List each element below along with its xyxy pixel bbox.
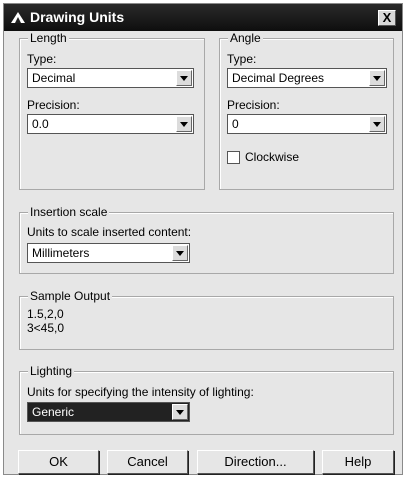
angle-type-value: Decimal Degrees [232,71,325,85]
sample-output-line-2: 3<45,0 [27,321,65,335]
length-type-select[interactable]: Decimal [27,68,194,88]
window-title: Drawing Units [30,9,125,25]
lighting-units-value: Generic [32,405,75,419]
direction-button[interactable]: Direction... [197,450,314,474]
angle-precision-label: Precision: [227,98,280,112]
length-precision-value: 0.0 [32,117,49,131]
chevron-down-icon[interactable] [172,404,188,420]
angle-precision-select[interactable]: 0 [227,114,387,134]
chevron-down-icon[interactable] [369,70,385,86]
chevron-down-icon[interactable] [369,116,385,132]
help-button[interactable]: Help [322,450,394,474]
title-bar[interactable]: Drawing Units X [4,4,402,31]
lighting-legend: Lighting [28,364,75,378]
close-button[interactable]: X [378,10,396,26]
insertion-units-value: Millimeters [32,246,90,260]
chevron-down-icon[interactable] [172,245,188,261]
cancel-button[interactable]: Cancel [107,450,188,474]
insertion-units-select[interactable]: Millimeters [27,243,190,263]
insertion-units-label: Units to scale inserted content: [27,225,192,239]
chevron-down-icon[interactable] [176,116,192,132]
angle-legend: Angle [228,31,263,45]
sample-output-legend: Sample Output [28,289,113,303]
lighting-units-label: Units for specifying the intensity of li… [27,385,254,399]
insertion-scale-legend: Insertion scale [28,205,110,219]
clockwise-checkbox[interactable] [227,151,240,164]
app-icon [11,12,25,23]
length-type-value: Decimal [32,71,76,85]
angle-type-select[interactable]: Decimal Degrees [227,68,387,88]
sample-output-group: Sample Output [19,289,394,350]
lighting-units-select[interactable]: Generic [27,402,190,422]
clockwise-label[interactable]: Clockwise [245,150,299,164]
sample-output-line-1: 1.5,2,0 [27,307,64,321]
length-precision-select[interactable]: 0.0 [27,114,194,134]
angle-precision-value: 0 [232,117,239,131]
length-type-label: Type: [27,52,57,66]
angle-type-label: Type: [227,52,257,66]
ok-button[interactable]: OK [18,450,99,474]
length-legend: Length [28,31,69,45]
chevron-down-icon[interactable] [176,70,192,86]
drawing-units-dialog: Drawing Units X Length Type: Decimal Pre… [3,3,403,475]
length-precision-label: Precision: [27,98,80,112]
